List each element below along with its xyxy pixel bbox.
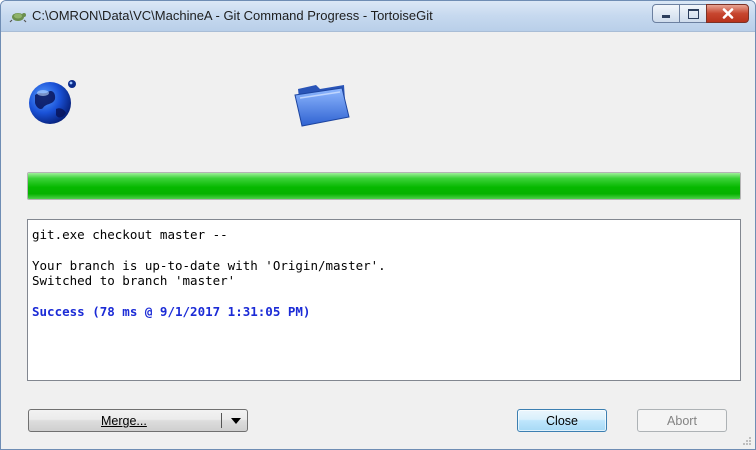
minimize-icon (662, 15, 670, 18)
success-message: Success (78 ms @ 9/1/2017 1:31:05 PM) (32, 304, 311, 319)
folder-icon (294, 85, 350, 127)
minimize-button[interactable] (652, 4, 680, 23)
abort-button[interactable]: Abort (637, 409, 727, 432)
log-line: Switched to branch 'master' (32, 273, 236, 288)
merge-button-label: Merge... (101, 414, 147, 428)
maximize-icon (687, 8, 699, 19)
window-title: C:\OMRON\Data\VC\MachineA - Git Command … (32, 8, 433, 23)
close-button[interactable]: Close (517, 409, 607, 432)
log-line: Your branch is up-to-date with 'Origin/m… (32, 258, 386, 273)
progress-bar-fill (28, 173, 740, 199)
close-icon (722, 8, 733, 19)
log-line: git.exe checkout master -- (32, 227, 228, 242)
globe-icon (29, 80, 76, 124)
progress-bar (27, 172, 741, 200)
dropdown-arrow-icon[interactable] (231, 418, 241, 424)
merge-split-button[interactable]: Merge... (28, 409, 248, 432)
command-output-log[interactable]: git.exe checkout master -- Your branch i… (27, 219, 741, 381)
title-bar[interactable]: C:\OMRON\Data\VC\MachineA - Git Command … (1, 1, 755, 32)
close-window-button[interactable] (706, 4, 749, 23)
resize-grip-icon[interactable] (742, 436, 752, 446)
maximize-button[interactable] (679, 4, 707, 23)
split-divider (221, 413, 222, 428)
tortoisegit-icon (9, 13, 27, 23)
window-controls (652, 4, 749, 23)
git-command-progress-dialog: C:\OMRON\Data\VC\MachineA - Git Command … (0, 0, 756, 450)
